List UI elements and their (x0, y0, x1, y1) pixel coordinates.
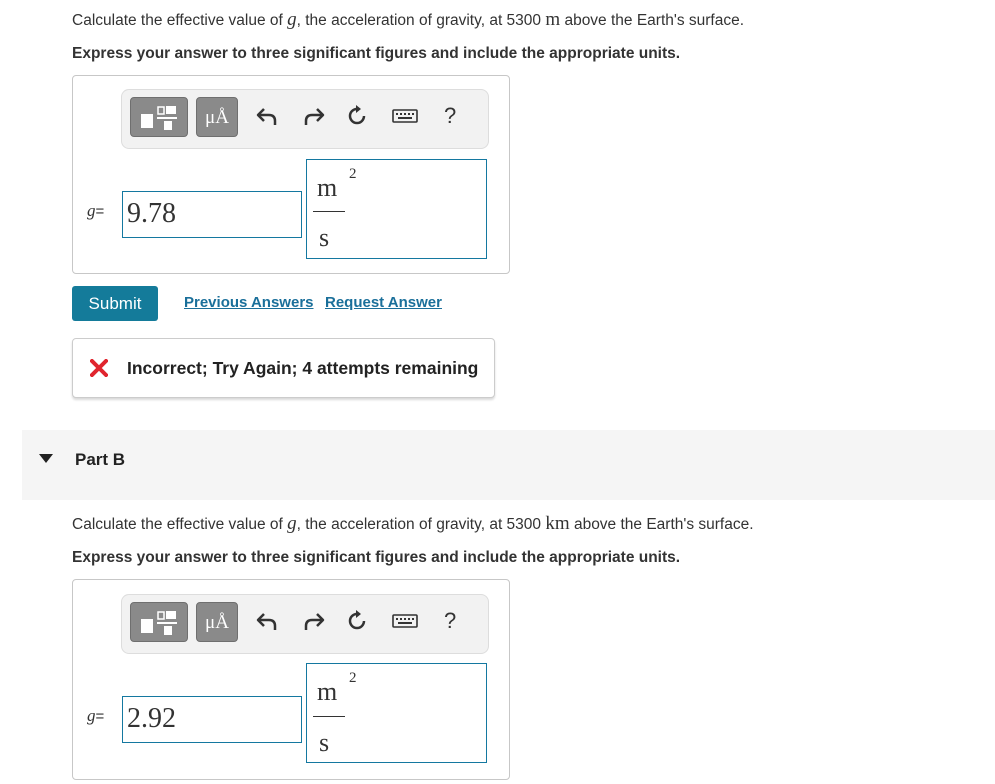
question-text-a: Calculate the effective value of g, the … (72, 9, 744, 31)
feedback-text: Incorrect; Try Again; 4 attempts remaini… (127, 358, 479, 378)
reset-icon[interactable] (345, 609, 369, 633)
submit-button[interactable]: Submit (72, 286, 158, 321)
reset-icon[interactable] (345, 104, 369, 128)
question-variable: g (287, 9, 297, 30)
template-button[interactable] (130, 602, 188, 642)
answer-box-b: μÅ ? g= 2.92 m 2 s (72, 579, 510, 780)
variable-label-b: g= (87, 706, 105, 725)
fraction-bar (313, 211, 345, 212)
fraction-template-icon (141, 106, 177, 130)
fraction-template-icon (141, 611, 177, 635)
part-b-title: Part B (75, 450, 126, 469)
unit-numerator: m (317, 173, 338, 202)
keyboard-icon[interactable] (392, 609, 418, 633)
x-icon (90, 359, 108, 377)
question-prefix: Calculate the effective value of (72, 516, 288, 533)
units-button[interactable]: μÅ (196, 97, 238, 137)
answer-box-a: μÅ ? g= 9.78 m 2 s (72, 75, 510, 274)
redo-icon[interactable] (302, 609, 326, 633)
question-variable: g (287, 513, 297, 534)
variable-label-a: g= (87, 201, 105, 220)
instruction-text-b: Express your answer to three significant… (72, 549, 681, 566)
question-suffix: above the Earth's surface. (560, 12, 745, 29)
math-toolbar-a: μÅ ? (121, 89, 489, 149)
keyboard-icon[interactable] (392, 104, 418, 128)
question-unit: m (545, 9, 561, 30)
undo-icon[interactable] (255, 609, 279, 633)
part-b-header[interactable]: Part B (22, 430, 995, 500)
template-button[interactable] (130, 97, 188, 137)
question-prefix: Calculate the effective value of (72, 12, 288, 29)
feedback-box: Incorrect; Try Again; 4 attempts remaini… (72, 338, 495, 398)
value-input-b[interactable]: 2.92 (122, 696, 302, 743)
question-unit: km (545, 513, 570, 534)
instruction-text-a: Express your answer to three significant… (72, 45, 681, 62)
question-suffix: above the Earth's surface. (569, 516, 754, 533)
previous-answers-link[interactable]: Previous Answers (184, 294, 314, 311)
math-toolbar-b: μÅ ? (121, 594, 489, 654)
units-input-a[interactable]: m 2 s (306, 159, 487, 259)
unit-denominator: s (319, 223, 330, 252)
unit-denominator: s (319, 728, 330, 757)
redo-icon[interactable] (302, 104, 326, 128)
question-text-b: Calculate the effective value of g, the … (72, 513, 754, 535)
units-input-b[interactable]: m 2 s (306, 663, 487, 763)
fraction-bar (313, 716, 345, 717)
value-input-a[interactable]: 9.78 (122, 191, 302, 238)
chevron-down-icon[interactable] (39, 454, 53, 464)
help-icon[interactable]: ? (444, 103, 456, 129)
help-icon[interactable]: ? (444, 608, 456, 634)
unit-exponent: 2 (349, 670, 357, 686)
unit-exponent: 2 (349, 166, 357, 182)
question-middle: , the acceleration of gravity, at 5300 (296, 516, 546, 533)
request-answer-link[interactable]: Request Answer (325, 294, 442, 311)
question-middle: , the acceleration of gravity, at 5300 (296, 12, 546, 29)
units-button[interactable]: μÅ (196, 602, 238, 642)
undo-icon[interactable] (255, 104, 279, 128)
unit-numerator: m (317, 677, 338, 706)
